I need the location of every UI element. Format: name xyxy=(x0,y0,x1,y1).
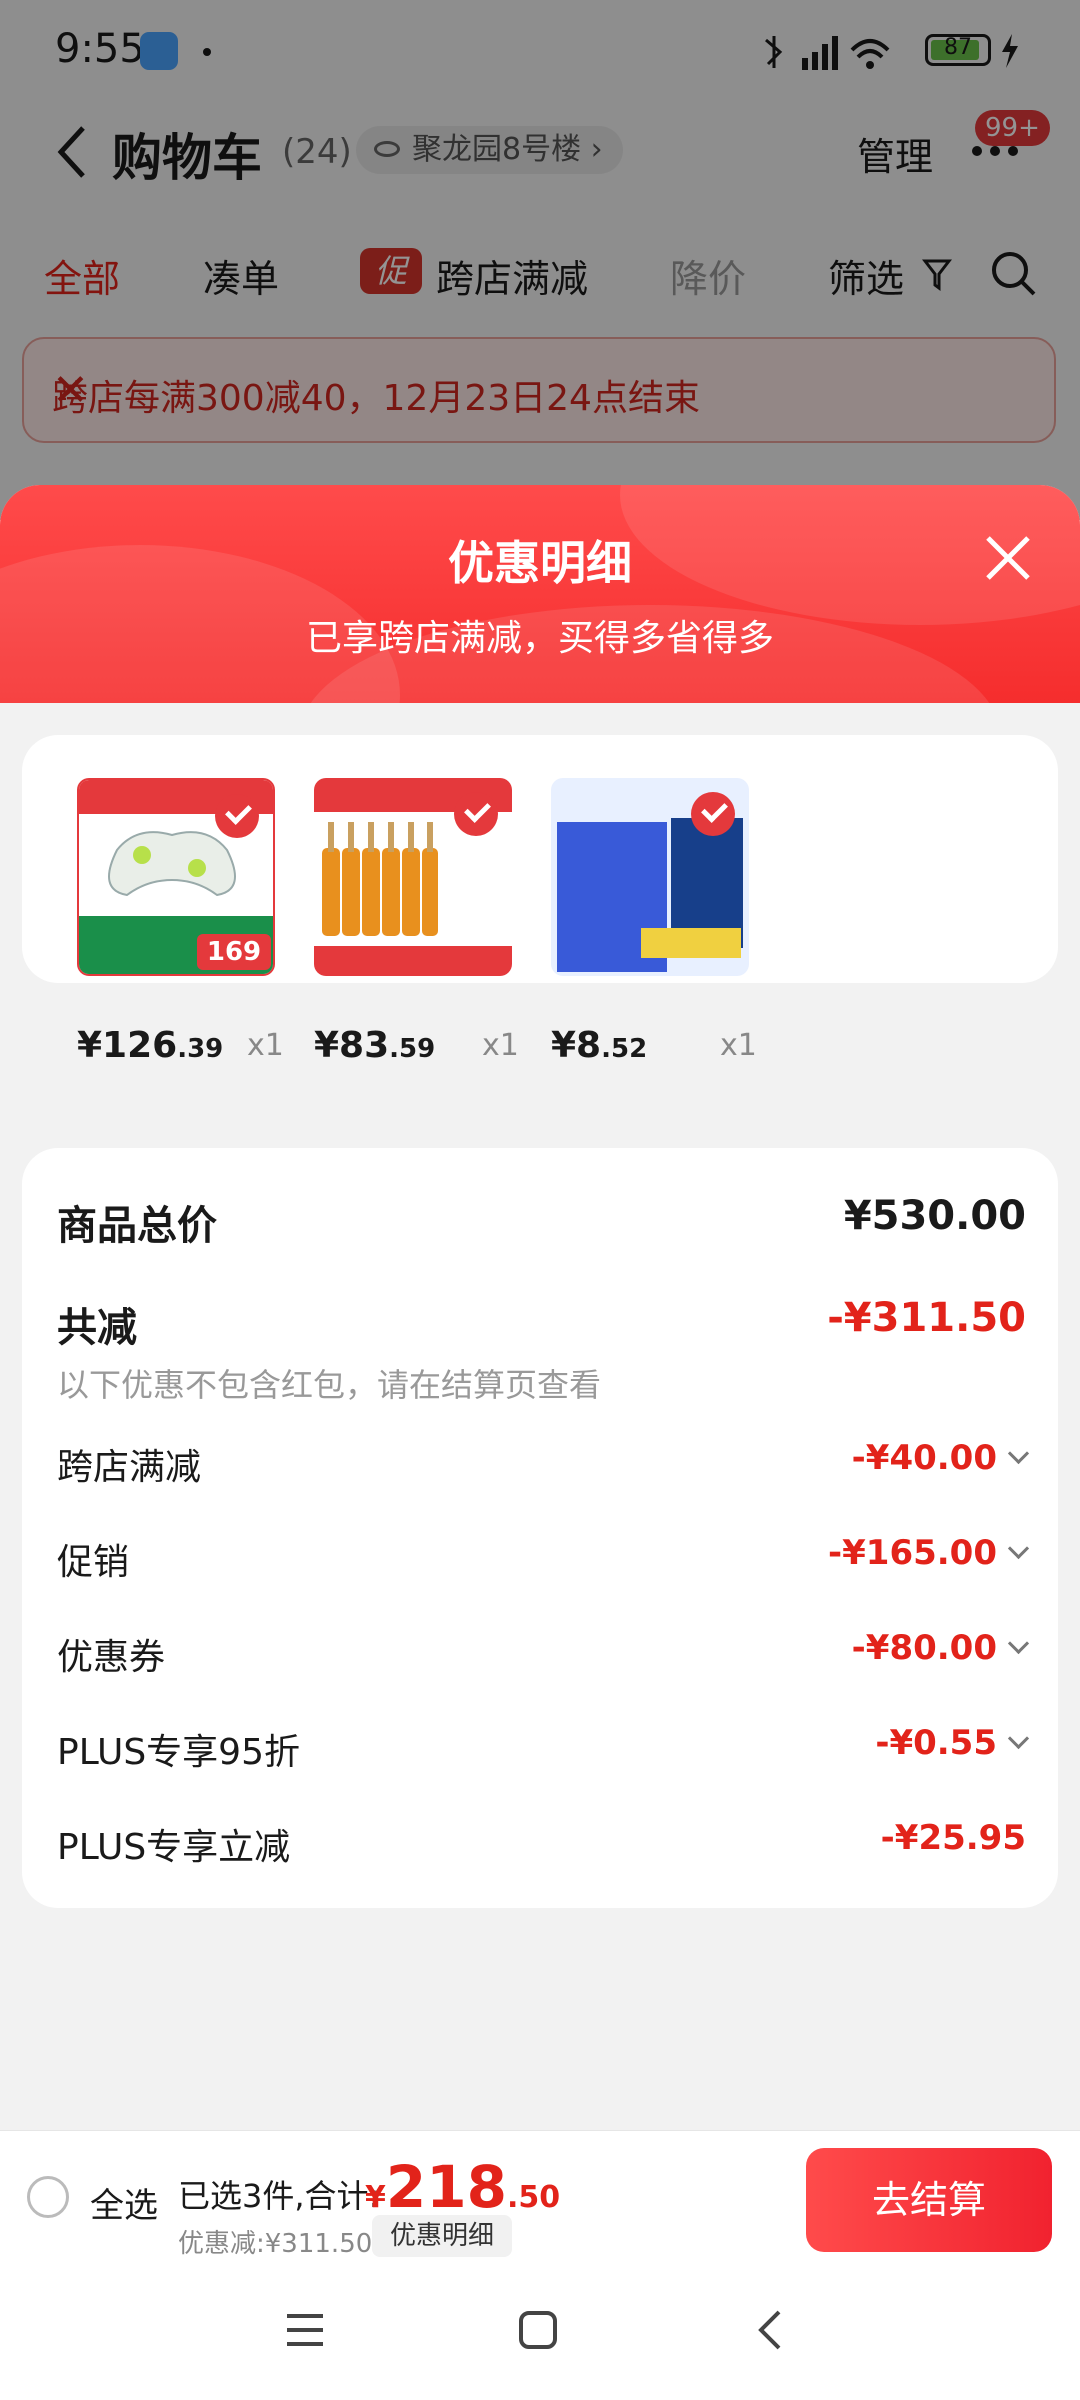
product-image-ointment[interactable] xyxy=(551,778,749,976)
product-quantity: x1 xyxy=(720,1028,757,1063)
chevron-down-icon xyxy=(1007,1442,1030,1465)
selected-summary: 已选3件,合计: xyxy=(178,2177,380,2215)
discount-detail-sheet: 优惠明细 已享跨店满减，买得多省得多 169 ¥126.39 x1 ¥83.59… xyxy=(0,485,1080,2400)
close-icon[interactable] xyxy=(980,530,1036,586)
product-price: ¥83.59 xyxy=(314,1025,436,1066)
chevron-down-icon xyxy=(1007,1632,1030,1655)
reduce-value: -¥311.50 xyxy=(827,1295,1026,1341)
checkout-button[interactable]: 去结算 xyxy=(806,2148,1052,2252)
discount-value-plus-instant: -¥25.95 xyxy=(880,1818,1026,1858)
product-quantity: x1 xyxy=(247,1028,284,1063)
sheet-header: 优惠明细 已享跨店满减，买得多省得多 xyxy=(0,485,1080,703)
selected-check-icon xyxy=(454,792,498,836)
sheet-subtitle: 已享跨店满减，买得多省得多 xyxy=(305,618,774,659)
discount-label-plus-95: PLUS专享95折 xyxy=(57,1732,300,1773)
reduce-note: 以下优惠不包含红包，请在结算页查看 xyxy=(57,1366,602,1404)
discount-value-plus-95[interactable]: -¥0.55 xyxy=(875,1723,1030,1763)
product-list-card: 169 ¥126.39 x1 ¥83.59 x1 ¥8.52 x1 xyxy=(22,735,1058,1066)
discount-summary-card: 商品总价 ¥530.00 共减 -¥311.50 以下优惠不包含红包，请在结算页… xyxy=(22,1148,1058,1908)
total-price: ¥218.50 xyxy=(365,2153,561,2221)
discount-label-cross-store: 跨店满减 xyxy=(57,1447,202,1488)
sheet-title: 优惠明细 xyxy=(448,536,632,590)
discount-value-promotion[interactable]: -¥165.00 xyxy=(828,1533,1030,1573)
discount-label-promotion: 促销 xyxy=(57,1542,130,1583)
total-value: ¥530.00 xyxy=(843,1193,1026,1239)
product-quantity: x1 xyxy=(482,1028,519,1063)
select-all-radio[interactable] xyxy=(27,2176,69,2218)
product-price: ¥126.39 xyxy=(77,1025,224,1066)
saved-amount: 优惠减:¥311.50 xyxy=(178,2229,373,2259)
discount-value-coupon[interactable]: -¥80.00 xyxy=(852,1628,1030,1668)
modal-overlay[interactable] xyxy=(0,0,1080,520)
system-nav-bar xyxy=(0,2268,1080,2400)
discount-label-coupon: 优惠券 xyxy=(57,1637,166,1678)
discount-label-plus-instant: PLUS专享立减 xyxy=(57,1827,291,1868)
discount-detail-button[interactable]: 优惠明细 xyxy=(372,2215,513,2257)
checkout-bar: 全选 已选3件,合计: ¥218.50 优惠减:¥311.50 优惠明细 去结算 xyxy=(0,2130,1080,2269)
discount-value-cross-store[interactable]: -¥40.00 xyxy=(852,1438,1030,1478)
nav-back-icon[interactable] xyxy=(755,2308,785,2352)
home-icon[interactable] xyxy=(518,2310,558,2350)
selected-check-icon xyxy=(215,794,259,838)
product-image-wine[interactable] xyxy=(314,778,512,976)
reduce-label: 共减 xyxy=(57,1305,137,1351)
total-label: 商品总价 xyxy=(57,1203,217,1249)
chevron-down-icon xyxy=(1007,1537,1030,1560)
menu-icon[interactable] xyxy=(285,2310,325,2350)
product-image-controller[interactable]: 169 xyxy=(77,778,275,976)
selected-check-icon xyxy=(691,792,735,836)
product-price: ¥8.52 xyxy=(551,1025,648,1066)
chevron-down-icon xyxy=(1007,1727,1030,1750)
select-all-label[interactable]: 全选 xyxy=(90,2178,158,2227)
wine-bottles-icon xyxy=(322,822,438,936)
